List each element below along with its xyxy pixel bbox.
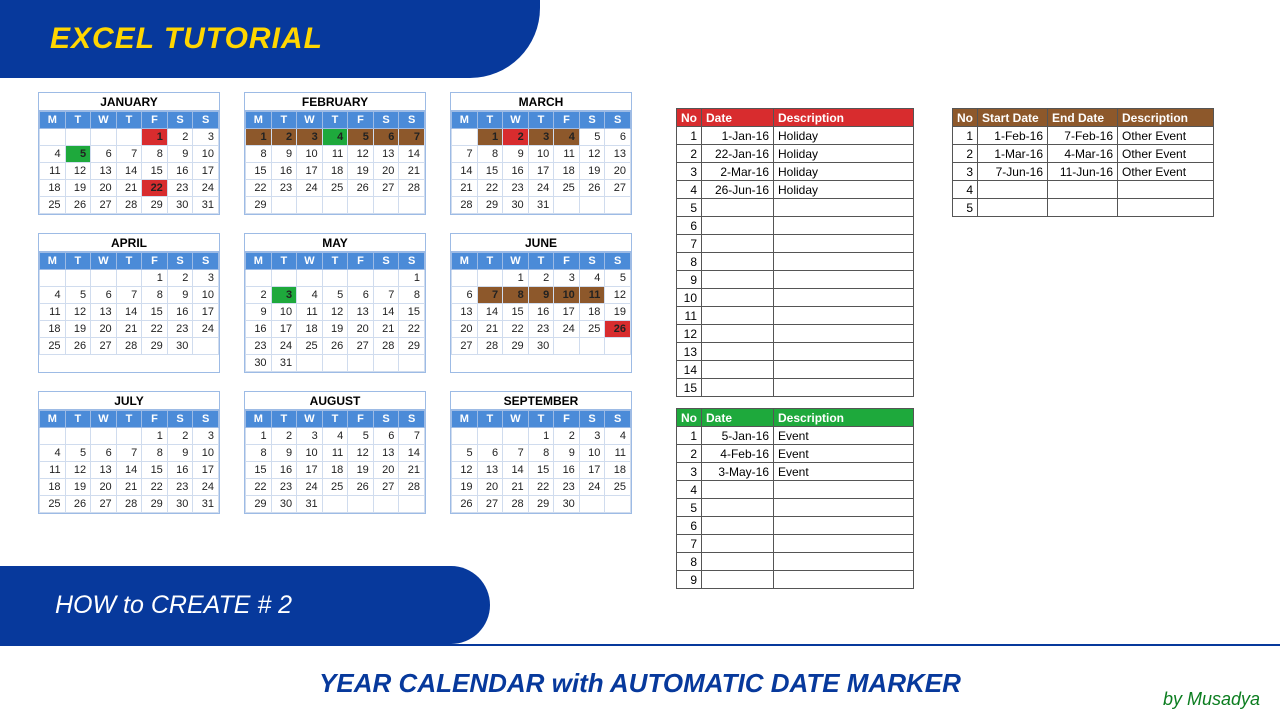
calendar-grid: JANUARYMTWTFSS12345678910111213141516171… bbox=[38, 92, 638, 514]
month-title: APRIL bbox=[39, 234, 219, 252]
event-table: NoDateDescription15-Jan-16Event24-Feb-16… bbox=[676, 408, 914, 589]
month-title: MARCH bbox=[451, 93, 631, 111]
mid-banner-text: HOW to CREATE # 2 bbox=[55, 591, 292, 620]
top-banner: EXCEL TUTORIAL bbox=[0, 0, 540, 78]
top-banner-text: EXCEL TUTORIAL bbox=[50, 22, 323, 56]
month-july: JULYMTWTFSS12345678910111213141516171819… bbox=[38, 391, 220, 514]
month-august: AUGUSTMTWTFSS123456789101112131415161718… bbox=[244, 391, 426, 514]
month-september: SEPTEMBERMTWTFSS123456789101112131415161… bbox=[450, 391, 632, 514]
month-march: MARCHMTWTFSS1234567891011121314151617181… bbox=[450, 92, 632, 215]
month-title: SEPTEMBER bbox=[451, 392, 631, 410]
month-title: JULY bbox=[39, 392, 219, 410]
month-january: JANUARYMTWTFSS12345678910111213141516171… bbox=[38, 92, 220, 215]
month-june: JUNEMTWTFSS12345678910111213141516171819… bbox=[450, 233, 632, 373]
month-february: FEBRUARYMTWTFSS1234567891011121314151617… bbox=[244, 92, 426, 215]
holiday-table: NoDateDescription11-Jan-16Holiday222-Jan… bbox=[676, 108, 914, 397]
month-april: APRILMTWTFSS1234567891011121314151617181… bbox=[38, 233, 220, 373]
month-may: MAYMTWTFSS123456789101112131415161718192… bbox=[244, 233, 426, 373]
bottom-banner-text: YEAR CALENDAR with AUTOMATIC DATE MARKER bbox=[319, 668, 961, 699]
month-title: MAY bbox=[245, 234, 425, 252]
author-text: by Musadya bbox=[1163, 689, 1260, 710]
month-title: FEBRUARY bbox=[245, 93, 425, 111]
month-title: AUGUST bbox=[245, 392, 425, 410]
bottom-banner: YEAR CALENDAR with AUTOMATIC DATE MARKER bbox=[0, 644, 1280, 720]
range-table: NoStart DateEnd DateDescription11-Feb-16… bbox=[952, 108, 1214, 217]
month-title: JANUARY bbox=[39, 93, 219, 111]
month-title: JUNE bbox=[451, 234, 631, 252]
mid-banner: HOW to CREATE # 2 bbox=[0, 566, 490, 644]
